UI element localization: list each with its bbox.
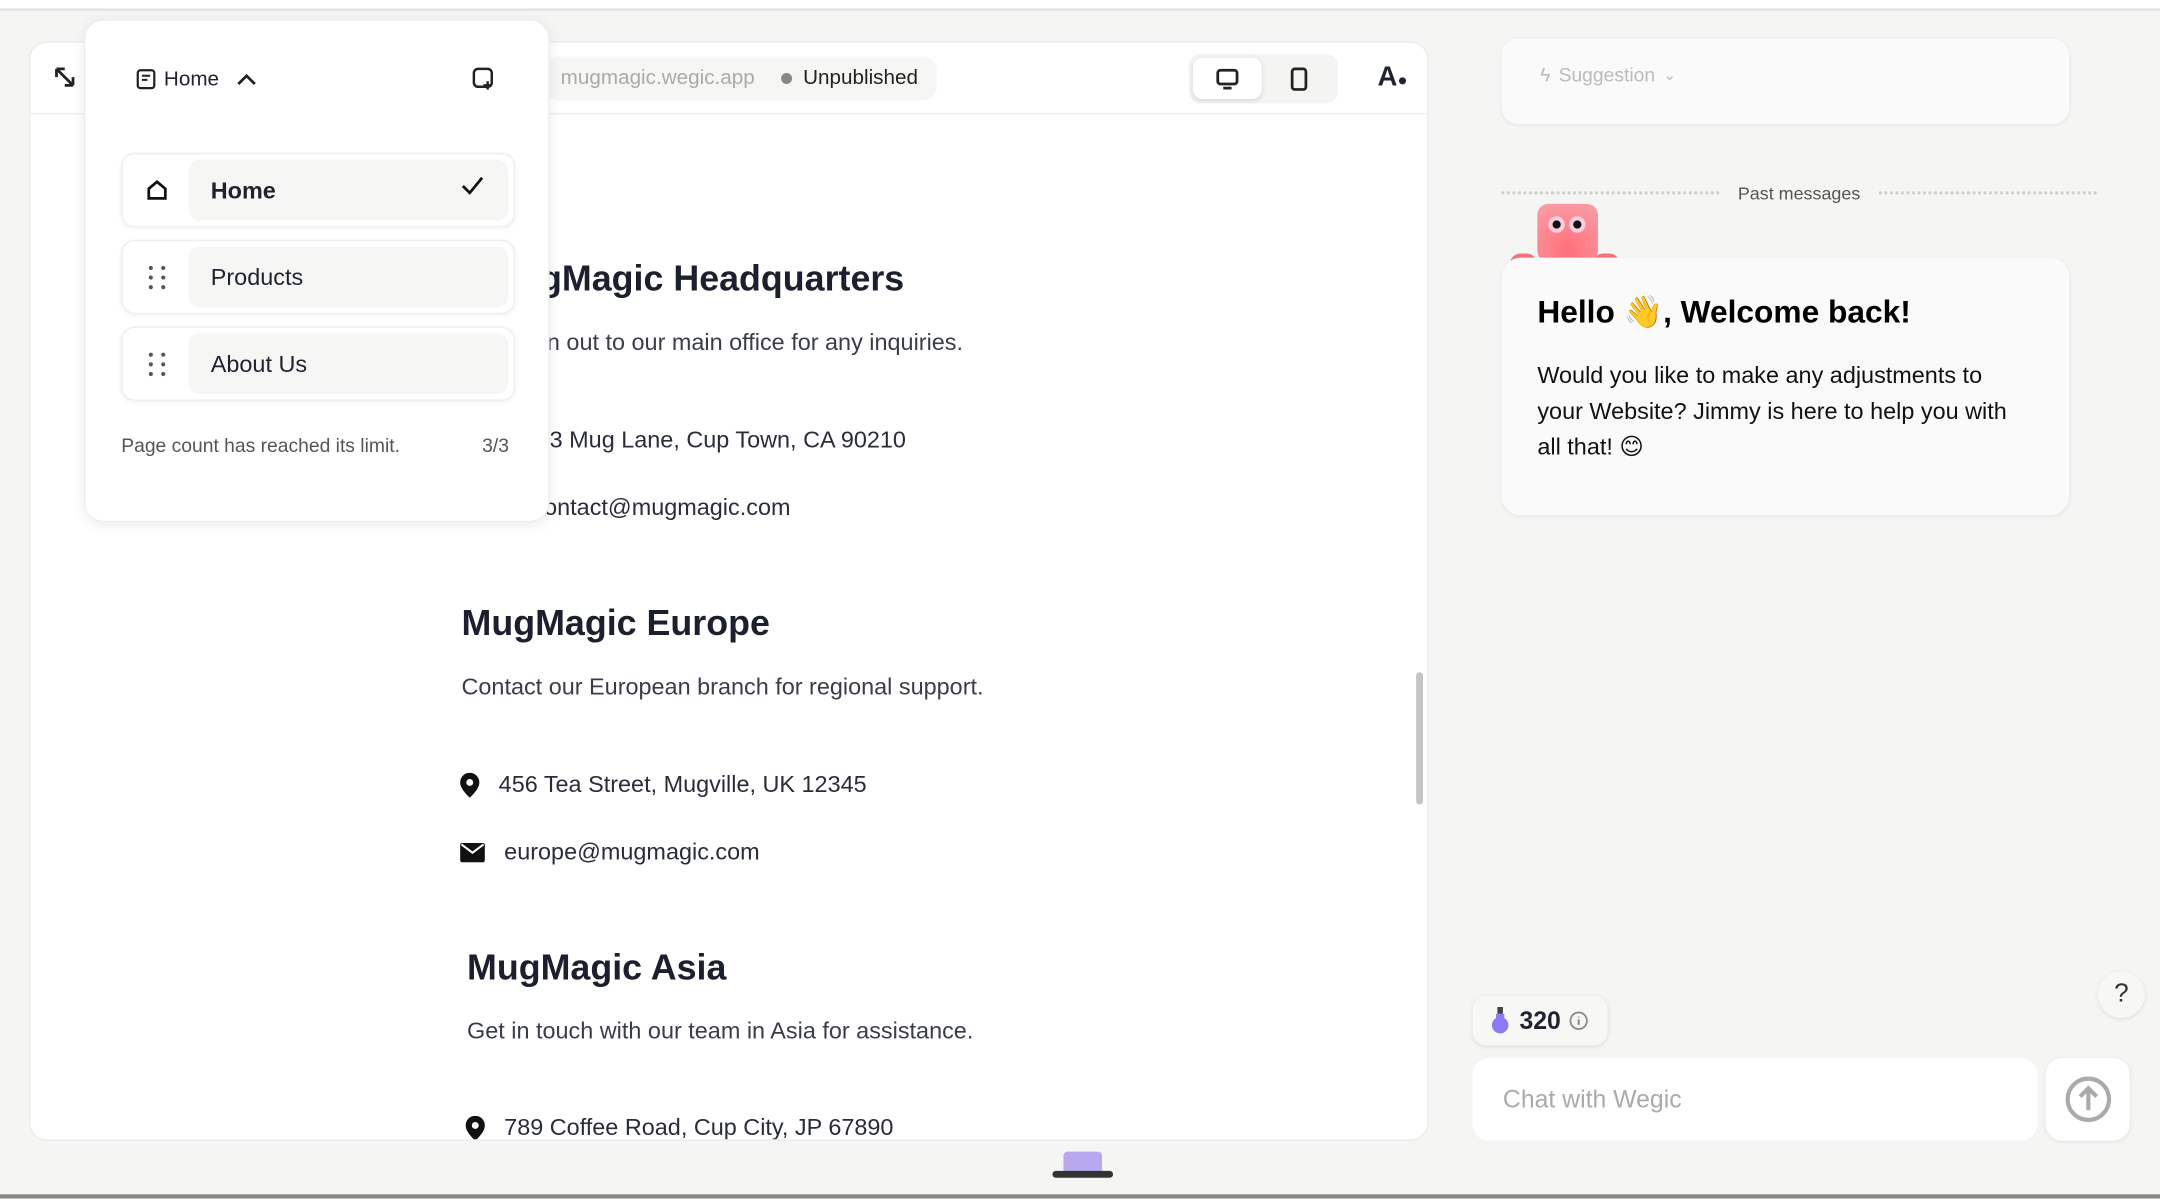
page-item-label: Home [188, 159, 509, 221]
location-pin-icon [460, 772, 480, 798]
add-page-icon [472, 67, 494, 90]
welcome-message: Hello 👋, Welcome back! Would you like to… [1501, 257, 2070, 516]
font-style-icon[interactable]: A● [1378, 62, 1408, 94]
collapse-icon[interactable] [52, 65, 77, 97]
page-item-products[interactable]: Products [121, 239, 516, 315]
chat-input[interactable] [1472, 1057, 2038, 1141]
suggestion-dropdown[interactable]: ϟ Suggestion ⌄ [1540, 63, 1676, 85]
help-button[interactable]: ? [2098, 971, 2145, 1019]
suggestion-label: Suggestion [1558, 63, 1656, 86]
smile-emoji-icon: 😊 [1619, 433, 1644, 461]
potion-icon [1491, 1006, 1509, 1034]
arrow-up-circle-icon [2064, 1076, 2111, 1123]
drag-handle-icon[interactable] [142, 262, 172, 292]
address: 3 Mug Lane, Cup Town, CA 90210 [549, 427, 906, 454]
email-row: europe@mugmagic.com [460, 839, 760, 867]
chevron-down-icon: ⌄ [1663, 66, 1677, 84]
window-bottom-border [0, 1194, 2160, 1199]
section-desc: n out to our main office for any inquiri… [546, 329, 964, 356]
email: europe@mugmagic.com [504, 838, 760, 866]
site-url[interactable]: mugmagic.wegic.app [546, 56, 769, 101]
mobile-icon [1290, 67, 1308, 91]
page-item-home[interactable]: Home [121, 152, 516, 228]
desktop-icon [1216, 68, 1239, 90]
address-row: 456 Tea Street, Mugville, UK 12345 [460, 771, 867, 799]
welcome-body: Would you like to make any adjustments t… [1537, 362, 2007, 461]
info-icon [1569, 1011, 1588, 1030]
check-icon [461, 176, 484, 202]
home-icon [142, 175, 172, 205]
section-title: MugMagic Asia [466, 946, 727, 988]
wave-emoji-icon: 👋 [1623, 293, 1664, 330]
credit-count: 320 [1519, 1006, 1561, 1034]
past-messages-label: Past messages [1737, 182, 1861, 204]
desktop-view-button[interactable] [1192, 57, 1262, 100]
page-icon [136, 69, 156, 90]
address: 789 Coffee Road, Cup City, JP 67890 [504, 1114, 894, 1140]
section-title: gMagic Headquarters [539, 257, 905, 299]
status-label: Unpublished [803, 66, 919, 90]
suggestion-panel: ϟ Suggestion ⌄ [1501, 38, 2070, 124]
preview-scrollbar[interactable] [1416, 672, 1424, 805]
page-count: 3/3 [482, 433, 509, 456]
email-row: ontact@mugmagic.com [544, 495, 790, 523]
page-item-label: Products [188, 246, 509, 308]
past-messages-divider: Past messages [1501, 179, 2097, 207]
mobile-view-button[interactable] [1265, 58, 1334, 99]
section-desc: Get in touch with our team in Asia for a… [466, 1018, 974, 1045]
add-page-button[interactable] [471, 66, 496, 98]
page-limit-text: Page count has reached its limit. [121, 433, 400, 456]
section-desc: Contact our European branch for regional… [461, 673, 984, 700]
device-toggle [1188, 53, 1338, 104]
section-title: MugMagic Europe [461, 601, 770, 644]
welcome-title: Hello 👋, Welcome back! [1537, 293, 1911, 330]
address-row: 3 Mug Lane, Cup Town, CA 90210 [550, 427, 906, 455]
credit-balance[interactable]: 320 [1472, 995, 1608, 1046]
mail-icon [460, 843, 485, 863]
address: 456 Tea Street, Mugville, UK 12345 [498, 771, 867, 798]
location-pin-icon [465, 1115, 485, 1140]
address-row: 789 Coffee Road, Cup City, JP 67890 [465, 1114, 894, 1140]
send-button[interactable] [2045, 1057, 2130, 1141]
status-dot-icon [781, 73, 793, 85]
mug-icon [1052, 1151, 1114, 1182]
drag-handle-icon[interactable] [142, 349, 172, 379]
page-item-label: About Us [188, 333, 509, 394]
email: ontact@mugmagic.com [544, 494, 791, 521]
lightning-icon: ϟ [1540, 63, 1551, 86]
publish-status[interactable]: Unpublished [764, 56, 938, 101]
current-page-label: Home [163, 67, 220, 91]
page-selector[interactable]: Home [136, 67, 257, 91]
page-menu: Home Home Products About Us Page count h… [84, 19, 550, 523]
chevron-up-icon [237, 73, 256, 85]
window-top-border [0, 0, 2160, 12]
page-item-about-us[interactable]: About Us [121, 326, 516, 401]
